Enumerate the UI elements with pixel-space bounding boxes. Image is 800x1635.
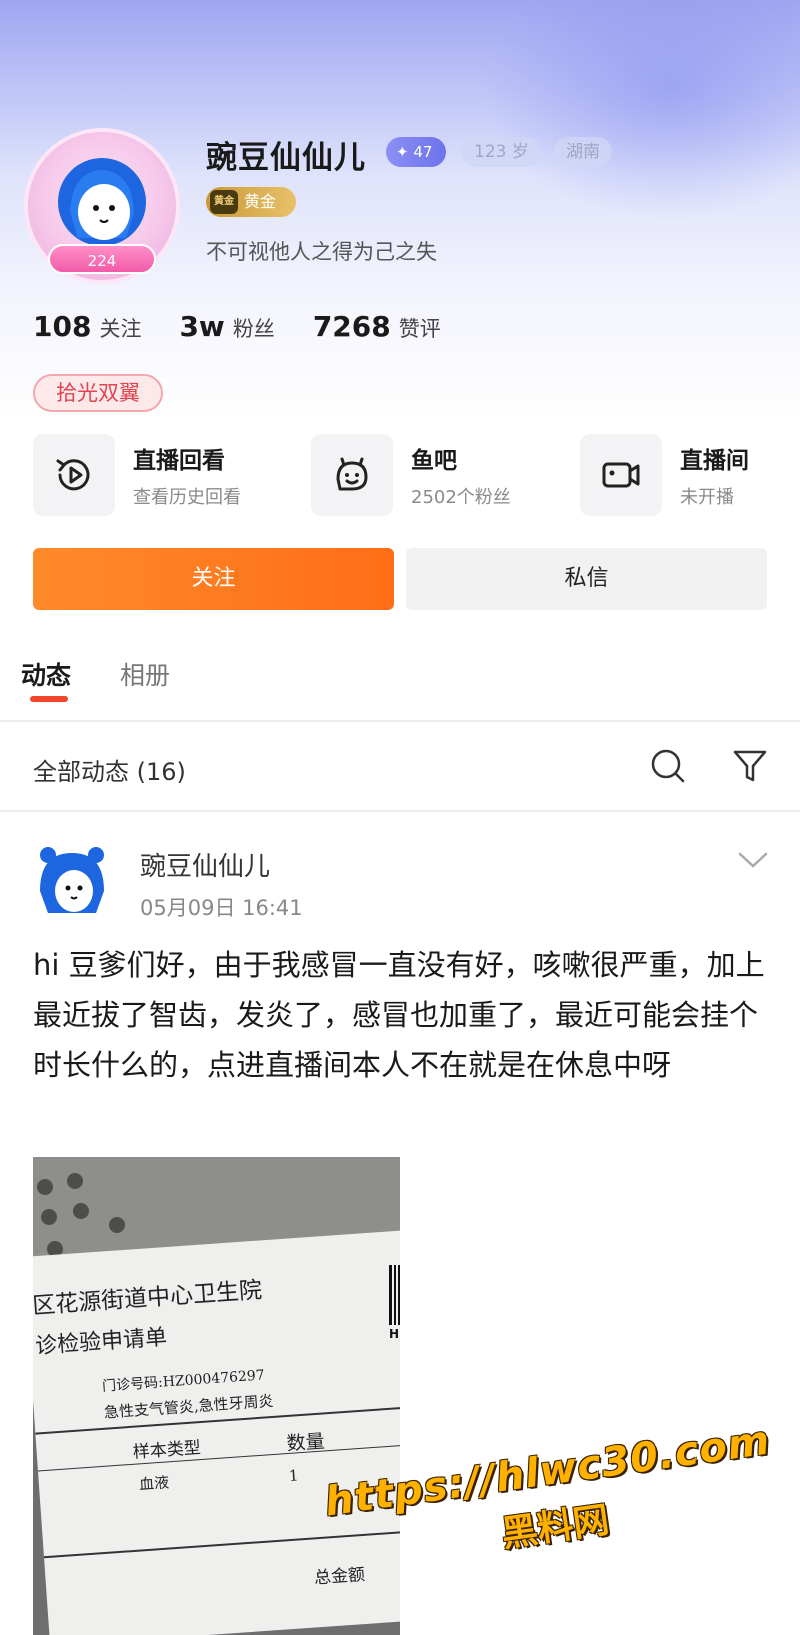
stat-value: 3w — [179, 310, 225, 343]
filter-icon[interactable] — [732, 748, 768, 784]
replay-icon — [33, 434, 115, 516]
form-line: 样本类型 — [132, 1438, 202, 1463]
message-button[interactable]: 私信 — [406, 548, 767, 610]
follow-button[interactable]: 关注 — [33, 548, 394, 610]
stat-following[interactable]: 108 关注 — [33, 310, 141, 343]
entry-live-replay[interactable]: 直播回看 查看历史回看 — [33, 434, 241, 516]
form-rule — [37, 1443, 400, 1472]
stat-value: 7268 — [312, 310, 391, 343]
photo-detail — [73, 1203, 89, 1219]
entry-subtitle: 未开播 — [680, 487, 734, 508]
avatar[interactable]: 224 — [22, 124, 182, 284]
photo-detail — [41, 1209, 57, 1225]
post-author-avatar[interactable] — [34, 843, 110, 919]
form-line: 门诊号码:HZ000476297 — [101, 1367, 266, 1395]
post-author-name[interactable]: 豌豆仙仙儿 — [140, 846, 270, 883]
live-room-icon — [580, 434, 662, 516]
photo-detail — [37, 1179, 53, 1195]
divider — [0, 810, 800, 812]
entry-subtitle: 2502个粉丝 — [411, 487, 511, 508]
fan-level-value: 47 — [413, 143, 433, 161]
stat-label: 赞评 — [398, 317, 441, 341]
avatar-image — [58, 158, 146, 246]
tier-icon: 黄金 — [210, 190, 238, 214]
entry-live-room[interactable]: 直播间 未开播 — [580, 434, 749, 516]
photo-detail — [67, 1173, 83, 1189]
feed-filter-title: 全部动态 (16) — [33, 758, 186, 786]
active-tab-indicator — [30, 696, 68, 702]
fan-level-badge[interactable]: ✦ 47 — [386, 137, 446, 167]
barcode-bar — [398, 1265, 400, 1325]
form-line: 1 — [288, 1466, 300, 1485]
entry-title: 鱼吧 — [411, 448, 457, 474]
stat-value: 108 — [33, 310, 92, 343]
tier-label: 黄金 — [244, 192, 277, 211]
barcode: H Z — [389, 1265, 400, 1341]
stat-likes[interactable]: 7268 赞评 — [313, 310, 441, 343]
stat-label: 关注 — [99, 317, 142, 341]
avatar-level-badge: 224 — [48, 244, 156, 274]
profile-stats: 108 关注 3w 粉丝 7268 赞评 — [33, 310, 479, 343]
entry-title: 直播回看 — [133, 448, 225, 474]
tier-badge[interactable]: 黄金 黄金 — [206, 187, 296, 217]
search-icon[interactable] — [650, 748, 686, 784]
post-timestamp: 05月09日 16:41 — [140, 896, 303, 920]
honor-tag[interactable]: 拾光双翼 — [33, 374, 163, 412]
stat-label: 粉丝 — [232, 317, 275, 341]
location-tag: 湖南 — [554, 137, 612, 167]
post-text: hi 豆爹们好，由于我感冒一直没有好，咳嗽很严重，加上最近拔了智齿，发炎了，感冒… — [33, 948, 765, 1082]
entry-subtitle: 查看历史回看 — [133, 487, 241, 508]
barcode-bar — [394, 1265, 396, 1325]
chevron-down-icon[interactable] — [738, 850, 768, 870]
barcode-text: H Z — [389, 1327, 400, 1341]
profile-name: 豌豆仙仙儿 — [206, 140, 366, 176]
tab-posts[interactable]: 动态 — [21, 656, 71, 692]
profile-bio: 不可视他人之得为己之失 — [206, 240, 437, 264]
barcode-bar — [389, 1265, 392, 1325]
entry-fishbar[interactable]: 鱼吧 2502个粉丝 — [311, 434, 511, 516]
form-line: 区花源街道中心卫生院 — [33, 1277, 263, 1320]
age-tag: 123 岁 — [462, 137, 541, 167]
fishbar-icon — [311, 434, 393, 516]
photo-detail — [109, 1217, 125, 1233]
entry-title: 直播间 — [680, 448, 749, 474]
form-line: 血液 — [138, 1473, 170, 1494]
wing-icon: ✦ — [396, 143, 409, 161]
divider — [0, 720, 800, 722]
tab-albums[interactable]: 相册 — [120, 656, 170, 692]
stat-fans[interactable]: 3w 粉丝 — [179, 310, 274, 343]
form-line: 诊检验申请单 — [34, 1325, 168, 1360]
